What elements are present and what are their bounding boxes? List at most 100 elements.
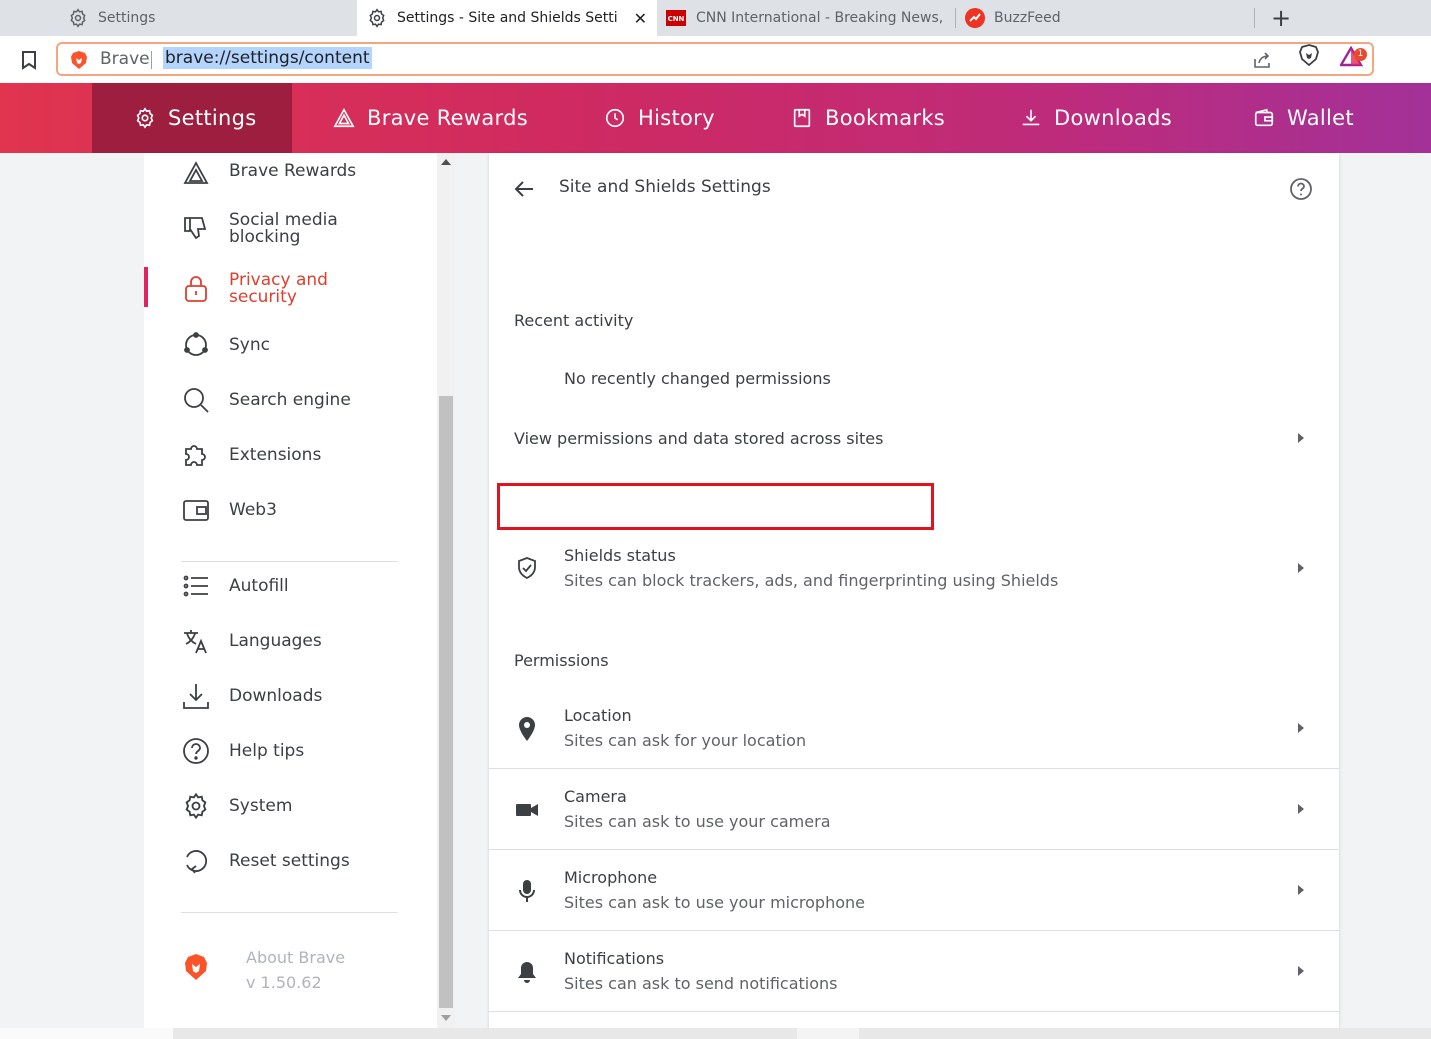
sidebar-item-label: Social media blocking (229, 210, 338, 247)
tab-cnn[interactable]: CNN CNN International - Breaking News, U… (657, 0, 955, 36)
scrollbar-thumb[interactable] (439, 396, 453, 1008)
nav-history[interactable]: History (604, 83, 715, 153)
nav-brave-rewards[interactable]: Brave Rewards (333, 83, 528, 153)
permission-notifications[interactable]: Notifications Sites can ask to send noti… (489, 931, 1339, 1012)
scroll-down-arrow[interactable] (441, 1015, 451, 1021)
shields-status-row[interactable]: Shields status Sites can block trackers,… (489, 526, 1339, 607)
nav-label: Brave Rewards (367, 106, 528, 130)
toolbar: Brave brave://settings/content (0, 36, 1431, 83)
shield-check-icon (513, 554, 541, 582)
sidebar-item-autofill[interactable]: Autofill (144, 572, 437, 600)
brand-label: Brave (100, 49, 150, 69)
sidebar-item-social-media-blocking[interactable]: Social media blocking (144, 209, 437, 249)
sidebar-item-label: Reset settings (229, 851, 350, 871)
chevron-right-icon (1298, 563, 1304, 573)
sidebar-item-extensions[interactable]: Extensions (144, 441, 437, 469)
url-text[interactable]: brave://settings/content (163, 47, 372, 69)
help-icon (182, 737, 210, 765)
settings-card: Site and Shields Settings Recent activit… (489, 153, 1339, 1028)
sidebar-item-reset-settings[interactable]: Reset settings (144, 847, 437, 875)
permission-microphone[interactable]: Microphone Sites can ask to use your mic… (489, 850, 1339, 931)
sidebar-item-label: Languages (229, 631, 322, 651)
recent-activity-heading: Recent activity (514, 311, 634, 330)
sidebar-item-label: Brave Rewards (229, 161, 357, 181)
sidebar-item-help-tips[interactable]: Help tips (144, 737, 437, 765)
brave-rewards-button[interactable]: 1 (1338, 45, 1368, 70)
sidebar-item-languages[interactable]: Languages (144, 627, 437, 655)
nav-downloads[interactable]: Downloads (1020, 83, 1172, 153)
bookmark-icon[interactable] (20, 50, 38, 70)
page-title: Site and Shields Settings (559, 177, 771, 197)
gear-icon (367, 8, 387, 28)
nav-settings[interactable]: Settings (92, 83, 292, 153)
divider (181, 912, 398, 913)
sidebar-item-label: Sync (229, 335, 270, 355)
help-icon[interactable] (1289, 177, 1313, 201)
permission-location[interactable]: Location Sites can ask for your location (489, 688, 1339, 769)
address-bar[interactable]: Brave brave://settings/content (56, 42, 1374, 76)
sidebar-item-label: System (229, 796, 293, 816)
new-tab-button[interactable]: + (1271, 4, 1291, 32)
location-pin-icon (513, 715, 541, 743)
view-permissions-row[interactable]: View permissions and data stored across … (489, 408, 1339, 468)
wallet-icon (1254, 108, 1274, 127)
wallet-icon (182, 496, 210, 524)
permission-camera[interactable]: Camera Sites can ask to use your camera (489, 769, 1339, 850)
back-arrow-icon[interactable] (513, 178, 535, 200)
tab-title: Settings - Site and Shields Settings (397, 10, 617, 26)
sidebar-item-label: Web3 (229, 500, 277, 520)
settings-nav-bar: Settings Brave Rewards History Bookmarks… (0, 83, 1431, 153)
sidebar-item-search-engine[interactable]: Search engine (144, 386, 437, 414)
triangle-icon (182, 159, 210, 187)
nav-label: Wallet (1287, 106, 1354, 130)
nav-bookmarks[interactable]: Bookmarks (791, 83, 945, 153)
reset-icon (182, 847, 210, 875)
scroll-up-arrow[interactable] (441, 159, 451, 165)
divider (181, 561, 398, 562)
tab-settings[interactable]: Settings (0, 0, 357, 36)
thumbs-down-icon (182, 215, 210, 243)
sidebar-item-brave-rewards[interactable]: Brave Rewards (144, 157, 437, 185)
no-recent-permissions: No recently changed permissions (564, 369, 831, 388)
camera-icon (513, 796, 541, 824)
gear-icon (136, 107, 154, 129)
share-icon[interactable] (1252, 50, 1272, 70)
history-icon (605, 108, 625, 128)
sidebar-item-web3[interactable]: Web3 (144, 496, 437, 524)
bottom-strip (0, 1028, 1431, 1039)
microphone-icon (513, 877, 541, 905)
sidebar-item-system[interactable]: System (144, 792, 437, 820)
nav-label: Downloads (1054, 106, 1173, 130)
nav-wallet[interactable]: Wallet (1253, 83, 1354, 153)
row-title: Notifications (564, 949, 665, 968)
row-title: Location (564, 706, 632, 725)
sidebar-item-label: Autofill (229, 576, 289, 596)
close-icon[interactable]: ✕ (634, 9, 647, 28)
tab-site-shields-settings[interactable]: Settings - Site and Shields Settings ✕ (357, 0, 657, 36)
notification-badge: 1 (1354, 48, 1367, 61)
search-icon (182, 386, 210, 414)
download-icon (182, 682, 210, 710)
sidebar-item-privacy-and-security[interactable]: Privacy and security (144, 269, 437, 309)
bottom-strip-segment (0, 1028, 173, 1039)
nav-label: Settings (168, 106, 257, 130)
row-title: Microphone (564, 868, 658, 887)
brave-shields-icon[interactable] (1299, 44, 1319, 66)
tab-separator (1254, 8, 1255, 28)
sidebar-item-label: Extensions (229, 445, 322, 465)
sidebar-item-downloads[interactable]: Downloads (144, 682, 437, 710)
row-subtitle: Sites can ask to use your microphone (564, 893, 865, 912)
tab-buzzfeed[interactable]: BuzzFeed (956, 0, 1254, 36)
buzzfeed-icon (965, 8, 985, 28)
brave-lion-icon (185, 954, 207, 980)
row-title: View permissions and data stored across … (514, 429, 884, 448)
chevron-right-icon (1298, 966, 1304, 976)
permissions-heading: Permissions (514, 651, 609, 670)
row-subtitle: Sites can block trackers, ads, and finge… (564, 571, 1059, 590)
sidebar-item-sync[interactable]: Sync (144, 331, 437, 359)
row-title: Camera (564, 787, 627, 806)
download-icon (1022, 109, 1040, 126)
svg-text:CNN: CNN (668, 15, 685, 23)
about-brave[interactable]: About Brave v 1.50.62 (246, 945, 345, 995)
settings-sidebar: Brave Rewards Social media blocking Priv… (144, 153, 437, 1028)
